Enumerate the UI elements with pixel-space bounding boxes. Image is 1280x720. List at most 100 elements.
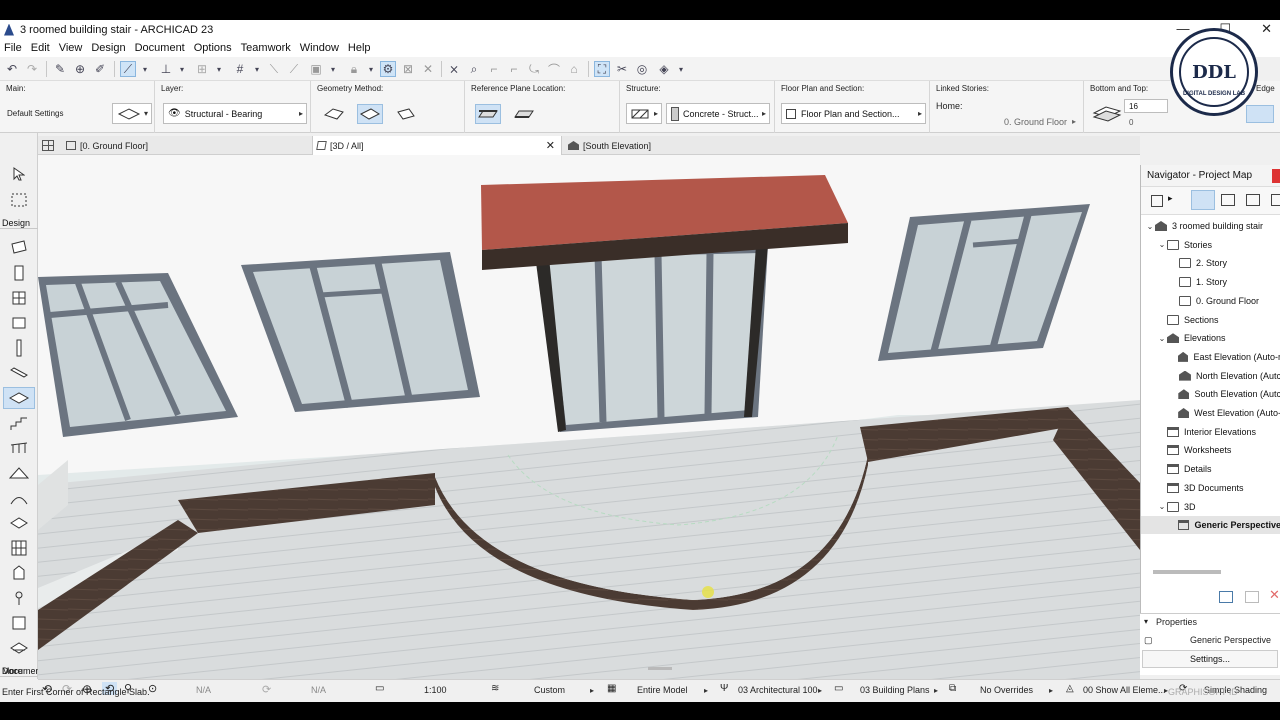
tree-item[interactable]: Generic Perspective bbox=[1141, 516, 1280, 535]
geometry-rotated-rectangle-icon[interactable] bbox=[393, 104, 419, 124]
menu-teamwork[interactable]: Teamwork bbox=[241, 42, 291, 54]
project-map-icon[interactable] bbox=[1191, 190, 1215, 210]
properties-collapse-icon[interactable]: ▾ bbox=[1144, 617, 1148, 626]
home-story-arrow-icon[interactable]: ▸ bbox=[1072, 117, 1076, 126]
rotate-view-icon[interactable]: ⟳ bbox=[262, 683, 271, 696]
tree-item[interactable]: 0. Ground Floor bbox=[1141, 292, 1280, 310]
pick-up-parameters-icon[interactable]: ✎ bbox=[52, 61, 68, 77]
bottom-elevation-value[interactable]: 0 bbox=[1129, 118, 1133, 127]
home-story-value[interactable]: 0. Ground Floor bbox=[1004, 117, 1067, 127]
expand-chevron-icon[interactable]: ⌄ bbox=[1157, 502, 1167, 511]
window-tool-icon[interactable] bbox=[7, 287, 31, 309]
lock-dropdown-icon[interactable]: ▾ bbox=[366, 61, 376, 77]
tree-item[interactable]: 2. Story bbox=[1141, 254, 1280, 272]
tree-item[interactable]: Details bbox=[1141, 460, 1280, 478]
pen-set-value[interactable]: 03 Architectural 100 bbox=[738, 685, 818, 695]
3d-explore-icon[interactable]: ⛶ bbox=[594, 61, 610, 77]
viewport-resize-handle[interactable] bbox=[648, 667, 672, 670]
curtain-wall-tool-icon[interactable] bbox=[7, 537, 31, 559]
tree-item[interactable]: ⌄ 3 roomed building stair bbox=[1141, 217, 1280, 235]
intersect-icon[interactable]: ⌐ bbox=[486, 61, 502, 77]
tab-south-elevation[interactable]: [South Elevation] bbox=[564, 136, 764, 155]
tree-item[interactable]: Sections bbox=[1141, 311, 1280, 329]
adjust-icon[interactable]: ⌕ bbox=[466, 61, 482, 77]
graphisoft-id-link[interactable]: GRAPHISOFT ID bbox=[1168, 687, 1238, 697]
guide-dropdown-icon[interactable]: ▾ bbox=[140, 61, 150, 77]
layer-selector[interactable]: 👁︎ Structural - Bearing ▸ bbox=[163, 103, 307, 124]
menu-view[interactable]: View bbox=[59, 42, 83, 54]
floor-plan-section-button[interactable]: Floor Plan and Section... ▸ bbox=[781, 103, 926, 124]
lock-icon[interactable]: 🔒︎ bbox=[346, 61, 362, 77]
suspend-groups-icon[interactable]: ⚙ bbox=[380, 61, 396, 77]
grid-snap-icon[interactable]: # bbox=[232, 61, 248, 77]
menu-window[interactable]: Window bbox=[300, 42, 339, 54]
3d-cut-icon[interactable]: ✂ bbox=[614, 61, 630, 77]
inject-parameters-icon[interactable]: ⊕ bbox=[72, 61, 88, 77]
tree-item[interactable]: ⌄ Stories bbox=[1141, 236, 1280, 254]
railing-tool-icon[interactable] bbox=[7, 437, 31, 459]
stair-tool-icon[interactable] bbox=[7, 412, 31, 434]
tree-item[interactable]: 1. Story bbox=[1141, 273, 1280, 291]
close-tab-icon[interactable]: ✕ bbox=[546, 139, 555, 152]
publisher-sets-icon[interactable] bbox=[1271, 194, 1280, 206]
menu-document[interactable]: Document bbox=[135, 42, 185, 54]
expand-chevron-icon[interactable]: ⌄ bbox=[1145, 222, 1155, 231]
menu-edit[interactable]: Edit bbox=[31, 42, 50, 54]
more-group-label[interactable]: More bbox=[2, 666, 23, 676]
reference-top-icon[interactable] bbox=[475, 104, 501, 124]
object-tool-icon[interactable] bbox=[7, 312, 31, 334]
fillet-icon[interactable]: ⌐ bbox=[506, 61, 522, 77]
morph-tool-icon[interactable] bbox=[7, 562, 31, 584]
menu-file[interactable]: File bbox=[4, 42, 22, 54]
more-tools-icon[interactable] bbox=[7, 637, 31, 659]
expand-chevron-icon[interactable]: ⌄ bbox=[1157, 240, 1167, 249]
grid-dropdown-icon[interactable]: ▾ bbox=[252, 61, 262, 77]
trim-icon[interactable]: ⟋ bbox=[286, 61, 302, 77]
minimize-button[interactable]: — bbox=[1176, 21, 1189, 37]
slab-tool-icon[interactable] bbox=[3, 387, 35, 409]
mesh-tool-icon[interactable] bbox=[7, 612, 31, 634]
edge-icon[interactable] bbox=[1246, 105, 1274, 123]
door-tool-icon[interactable] bbox=[7, 262, 31, 284]
model-view-value[interactable]: 03 Building Plans bbox=[860, 685, 930, 695]
structure-type-selector[interactable]: ▸ bbox=[626, 103, 662, 124]
arrow-tool-icon[interactable] bbox=[7, 163, 31, 185]
tree-item[interactable]: Worksheets bbox=[1141, 441, 1280, 459]
structure-display-value[interactable]: Entire Model bbox=[637, 685, 688, 695]
new-view-icon[interactable] bbox=[1219, 591, 1233, 603]
layout-book-icon[interactable] bbox=[1246, 194, 1260, 206]
guide-line-icon[interactable]: ⟋ bbox=[120, 61, 136, 77]
geometry-rectangle-icon[interactable] bbox=[357, 104, 383, 124]
delete-view-icon[interactable]: ✕ bbox=[1269, 587, 1280, 603]
3d-viewport[interactable] bbox=[38, 155, 1140, 679]
design-group-label[interactable]: Design bbox=[0, 218, 38, 229]
group-dropdown-icon[interactable]: ▾ bbox=[328, 61, 338, 77]
snap-guides-icon[interactable]: ⊥ bbox=[158, 61, 174, 77]
tree-item[interactable]: East Elevation (Auto-r bbox=[1141, 348, 1280, 366]
beam-tool-icon[interactable] bbox=[7, 362, 31, 384]
layer-combination-value[interactable]: Custom bbox=[534, 685, 565, 695]
split-icon[interactable]: ⨯ bbox=[446, 61, 462, 77]
scale-value[interactable]: 1:100 bbox=[424, 685, 447, 695]
view-map-icon[interactable] bbox=[1221, 194, 1235, 206]
settings-button[interactable]: Settings... bbox=[1142, 650, 1278, 668]
menu-help[interactable]: Help bbox=[348, 42, 371, 54]
tab-3d-all[interactable]: [3D / All] ✕ bbox=[312, 136, 562, 155]
graphic-override-value[interactable]: No Overrides bbox=[980, 685, 1033, 695]
zone-tool-icon[interactable] bbox=[7, 587, 31, 609]
navigator-mode-icon[interactable] bbox=[1151, 195, 1163, 207]
expand-chevron-icon[interactable]: ⌄ bbox=[1157, 334, 1167, 343]
drafting-aids-icon[interactable]: ⊠ bbox=[400, 61, 416, 77]
3d-style-icon[interactable]: ◈ bbox=[656, 61, 672, 77]
tree-item[interactable]: 3D Documents bbox=[1141, 479, 1280, 497]
top-elevation-input[interactable]: 16 bbox=[1124, 99, 1168, 113]
column-tool-icon[interactable] bbox=[7, 337, 31, 359]
shell-tool-icon[interactable] bbox=[7, 487, 31, 509]
close-window-button[interactable]: ✕ bbox=[1261, 21, 1272, 37]
group-icon[interactable]: ▣ bbox=[308, 61, 324, 77]
tree-item[interactable]: West Elevation (Auto- bbox=[1141, 404, 1280, 422]
undo-icon[interactable]: ↶ bbox=[4, 61, 20, 77]
wall-tool-icon[interactable] bbox=[7, 236, 31, 258]
eyedropper-icon[interactable]: ✐ bbox=[92, 61, 108, 77]
roof-tool-icon[interactable] bbox=[7, 462, 31, 484]
